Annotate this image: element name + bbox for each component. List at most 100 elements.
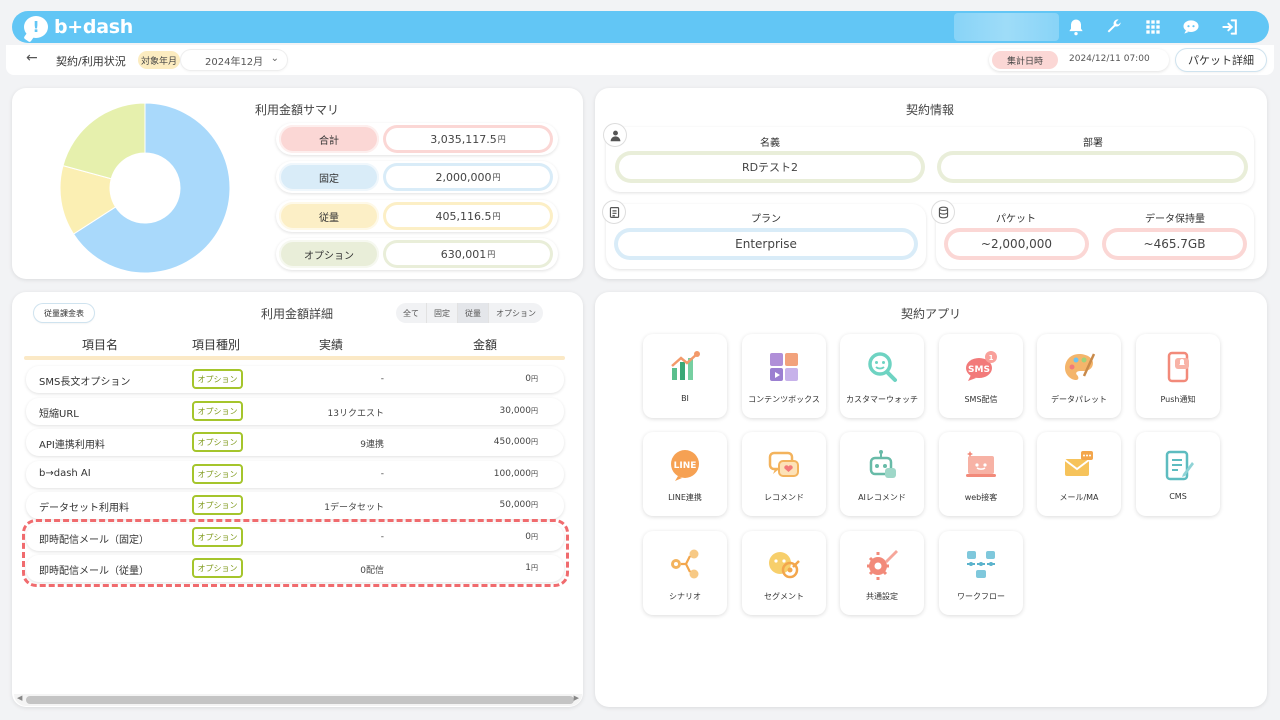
target-month-label: 対象年月	[138, 51, 180, 69]
table-row: データセット利用料 オプション 1データセット 50,000円	[26, 492, 564, 519]
apps-grid-icon[interactable]	[1141, 15, 1165, 39]
plan-label: プラン	[751, 214, 781, 225]
row-amount: 0円	[525, 374, 538, 384]
logo-bubble-icon: !	[24, 16, 48, 38]
app-tile-segment[interactable]: セグメント	[742, 531, 826, 615]
summary-row-fixed: 固定 2,000,000 円	[276, 161, 558, 193]
chat-support-icon[interactable]	[1179, 15, 1203, 39]
app-label: ワークフロー	[957, 592, 1005, 601]
breadcrumb: 契約/利用状況	[56, 55, 126, 68]
app-tile-settings[interactable]: 共通設定	[840, 531, 924, 615]
row-actual: -	[380, 532, 384, 542]
app-label: Push通知	[1160, 395, 1196, 404]
app-tile-push[interactable]: Push通知	[1136, 334, 1220, 418]
row-type-badge: オプション	[192, 369, 243, 389]
row-actual: 0配信	[360, 566, 384, 576]
row-item-name: b→dash AI	[39, 468, 91, 479]
app-tile-ai-recommend[interactable]: AIレコメンド	[840, 432, 924, 516]
name-label: 名義	[760, 138, 780, 149]
row-item-name: SMS長文オプション	[39, 377, 131, 388]
user-info-blurred[interactable]	[954, 13, 1059, 41]
app-tile-data-palette[interactable]: データパレット	[1037, 334, 1121, 418]
name-value: RDテスト2	[615, 151, 925, 183]
scroll-thumb[interactable]	[26, 696, 574, 704]
summary-title: 利用金額サマリ	[248, 101, 346, 120]
filter-option[interactable]: オプション	[489, 303, 543, 323]
packet-detail-button[interactable]: パケット詳細	[1176, 49, 1266, 71]
department-value	[937, 151, 1248, 183]
summary-label-total: 合計	[279, 125, 379, 153]
summary-donut-chart	[60, 103, 230, 273]
scroll-left-icon[interactable]: ◀	[17, 694, 22, 702]
recommend-icon	[768, 451, 799, 477]
table-row: 即時配信メール（従量） オプション 0配信 1円	[26, 555, 564, 582]
app-tile-scenario[interactable]: シナリオ	[643, 531, 727, 615]
svg-text:LINE: LINE	[674, 461, 697, 471]
row-item-name: 即時配信メール（従量）	[39, 566, 149, 577]
bi-icon	[671, 351, 700, 380]
row-amount: 0円	[525, 532, 538, 542]
storage-label: データ保持量	[1145, 214, 1205, 225]
app-label: web接客	[964, 493, 998, 502]
app-tile-content-box[interactable]: コンテンツボックス	[742, 334, 826, 418]
app-label: シナリオ	[669, 592, 701, 601]
summary-row-total: 合計 3,035,117.5 円	[276, 123, 558, 155]
app-tile-mail[interactable]: メール/MA	[1037, 432, 1121, 516]
filter-usage[interactable]: 従量	[458, 303, 489, 323]
row-type-badge: オプション	[192, 432, 243, 452]
row-actual: -	[380, 374, 384, 384]
logout-icon[interactable]	[1218, 15, 1242, 39]
line-icon: LINE	[671, 450, 699, 481]
logo-text: b+dash	[54, 16, 133, 38]
app-label: BI	[681, 394, 689, 403]
wrench-icon[interactable]	[1102, 15, 1126, 39]
scenario-icon	[671, 549, 699, 579]
row-actual: -	[380, 469, 384, 479]
push-icon	[1167, 351, 1189, 383]
back-arrow-icon[interactable]: ←	[26, 50, 38, 66]
cms-icon	[1165, 450, 1194, 481]
target-month-value: 2024年12月	[205, 56, 264, 68]
row-type-badge: オプション	[192, 558, 243, 578]
settings-icon	[867, 550, 898, 580]
detail-filter-segment: 全て 固定 従量 オプション	[396, 303, 543, 323]
summary-value-usage: 405,116.5 円	[383, 202, 553, 230]
column-actual: 実績	[319, 338, 344, 352]
customer-watch-icon	[868, 352, 897, 382]
aggregate-time: 集計日時 2024/12/11 07:00	[989, 49, 1169, 71]
sms-icon: SMS 1	[966, 351, 997, 381]
top-bar: ! b+dash	[12, 11, 1269, 43]
aggregate-time-value: 2024/12/11 07:00	[1069, 54, 1150, 64]
row-amount: 30,000円	[499, 406, 539, 416]
column-item-name: 項目名	[82, 338, 119, 352]
app-tile-web-service[interactable]: web接客	[939, 432, 1023, 516]
bell-icon[interactable]	[1064, 15, 1088, 39]
app-label: CMS	[1169, 492, 1187, 501]
filter-all[interactable]: 全て	[396, 303, 427, 323]
app-tile-customer-watch[interactable]: カスタマーウォッチ	[840, 334, 924, 418]
app-tile-line[interactable]: LINE LINE連携	[643, 432, 727, 516]
app-label: セグメント	[764, 592, 804, 601]
app-tile-cms[interactable]: CMS	[1136, 432, 1220, 516]
summary-value-total: 3,035,117.5 円	[383, 125, 553, 153]
app-tile-workflow[interactable]: ワークフロー	[939, 531, 1023, 615]
scroll-right-icon[interactable]: ▶	[574, 694, 579, 702]
horizontal-scrollbar[interactable]: ◀ ▶	[14, 694, 582, 706]
usage-fee-table-button[interactable]: 従量課金表	[34, 304, 94, 322]
summary-row-option: オプション 630,001 円	[276, 238, 558, 270]
logo[interactable]: ! b+dash	[24, 16, 133, 38]
column-amount: 金額	[473, 338, 498, 352]
header-divider	[24, 356, 565, 360]
app-label: レコメンド	[764, 493, 804, 502]
filter-fixed[interactable]: 固定	[427, 303, 458, 323]
summary-label-option: オプション	[279, 240, 379, 268]
column-item-type: 項目種別	[192, 338, 241, 352]
app-label: SMS配信	[964, 395, 998, 404]
packet-label: パケット	[996, 214, 1036, 225]
app-tile-bi[interactable]: BI	[643, 334, 727, 418]
app-tile-recommend[interactable]: レコメンド	[742, 432, 826, 516]
target-month-select[interactable]: 2024年12月 ⌄	[181, 50, 287, 70]
sub-header: ← 契約/利用状況 対象年月 2024年12月 ⌄ 集計日時 2024/12/1…	[6, 45, 1274, 75]
summary-label-usage: 従量	[279, 202, 379, 230]
app-tile-sms[interactable]: SMS 1 SMS配信	[939, 334, 1023, 418]
